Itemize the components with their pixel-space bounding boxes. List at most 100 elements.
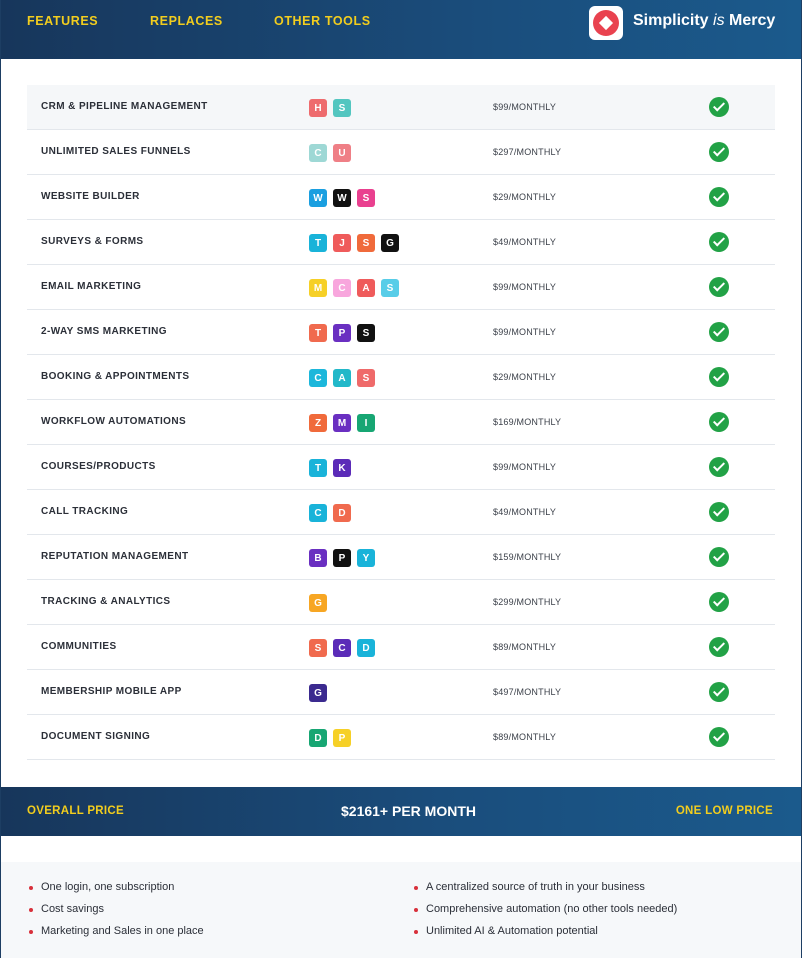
tool-chip: S bbox=[357, 369, 375, 387]
tool-price: $89/MONTHLY bbox=[493, 642, 557, 652]
replaced-tools: WWS bbox=[309, 189, 375, 207]
replaced-tools: ZMI bbox=[309, 414, 375, 432]
tool-chip: T bbox=[309, 324, 327, 342]
table-row: COURSES/PRODUCTS T K $99/MONTHLY bbox=[27, 445, 775, 490]
bullet-icon bbox=[414, 886, 418, 890]
tool-chip: P bbox=[333, 549, 351, 567]
tool-price: $99/MONTHLY bbox=[493, 327, 557, 337]
tool-chip: G bbox=[309, 684, 327, 702]
nav-replaces[interactable]: REPLACES bbox=[150, 14, 223, 28]
tool-chip: S bbox=[357, 189, 375, 207]
tool-chip: T bbox=[309, 459, 327, 477]
brand-name-part2: Mercy bbox=[729, 12, 776, 29]
nav-other-tools[interactable]: OTHER TOOLS bbox=[274, 14, 371, 28]
check-icon bbox=[709, 277, 729, 297]
feature-name: EMAIL MARKETING bbox=[41, 281, 142, 292]
replaced-tools: HS bbox=[309, 99, 351, 117]
tool-price: $29/MONTHLY bbox=[493, 192, 557, 202]
table-row: WORKFLOW AUTOMATIONS Z M I $169/MONTHLY bbox=[27, 400, 775, 445]
tool-chip: A bbox=[333, 369, 351, 387]
overall-price-label: OVERALL PRICE bbox=[27, 805, 124, 817]
table-row: TRACKING & ANALYTICS G $299/MONTHLY bbox=[27, 580, 775, 625]
check-icon bbox=[709, 322, 729, 342]
benefits-section: One login, one subscription Cost savings M… bbox=[1, 862, 801, 958]
benefit-text: Unlimited AI & Automation potential bbox=[426, 925, 598, 937]
tool-chip: G bbox=[381, 234, 399, 252]
check-icon bbox=[709, 142, 729, 162]
bullet-icon bbox=[414, 908, 418, 912]
table-row: SURVEYS & FORMS T J S G $49/MONTHLY bbox=[27, 220, 775, 265]
feature-name: COURSES/PRODUCTS bbox=[41, 461, 156, 472]
tool-price: $89/MONTHLY bbox=[493, 732, 557, 742]
tool-chip: J bbox=[333, 234, 351, 252]
benefits-left-column: One login, one subscription Cost savings M… bbox=[27, 881, 204, 947]
tool-chip: S bbox=[333, 99, 351, 117]
benefit-item: Unlimited AI & Automation potential bbox=[412, 925, 677, 947]
benefit-text: Cost savings bbox=[41, 903, 104, 915]
benefit-item: Marketing and Sales in one place bbox=[27, 925, 204, 947]
replaced-tools: TK bbox=[309, 459, 351, 477]
check-icon bbox=[709, 727, 729, 747]
tool-chip: S bbox=[357, 234, 375, 252]
replaced-tools: G bbox=[309, 684, 327, 702]
tool-price: $159/MONTHLY bbox=[493, 552, 562, 562]
brand-name: Simplicity is Mercy bbox=[633, 12, 775, 30]
tool-chip: K bbox=[333, 459, 351, 477]
check-icon bbox=[709, 637, 729, 657]
feature-name: WEBSITE BUILDER bbox=[41, 191, 140, 202]
table-row: CALL TRACKING C D $49/MONTHLY bbox=[27, 490, 775, 535]
tool-chip: D bbox=[357, 639, 375, 657]
feature-name: COMMUNITIES bbox=[41, 641, 117, 652]
benefit-item: A centralized source of truth in your bu… bbox=[412, 881, 677, 903]
check-icon bbox=[709, 592, 729, 612]
bullet-icon bbox=[29, 930, 33, 934]
overall-price-bar: OVERALL PRICE $2161+ PER MONTH ONE LOW P… bbox=[1, 787, 801, 836]
feature-name: BOOKING & APPOINTMENTS bbox=[41, 371, 190, 382]
benefit-text: Comprehensive automation (no other tools… bbox=[426, 903, 678, 915]
check-icon bbox=[709, 682, 729, 702]
overall-price-total: $2161+ PER MONTH bbox=[341, 803, 476, 819]
bullet-icon bbox=[414, 930, 418, 934]
replaced-tools: CAS bbox=[309, 369, 375, 387]
check-icon bbox=[709, 367, 729, 387]
tool-price: $99/MONTHLY bbox=[493, 102, 557, 112]
benefit-item: Comprehensive automation (no other tools… bbox=[412, 903, 677, 925]
tool-price: $497/MONTHLY bbox=[493, 687, 562, 697]
tool-chip: U bbox=[333, 144, 351, 162]
tool-chip: Z bbox=[309, 414, 327, 432]
tool-price: $299/MONTHLY bbox=[493, 597, 562, 607]
nav-features[interactable]: FEATURES bbox=[27, 14, 98, 28]
check-icon bbox=[709, 547, 729, 567]
tool-chip: C bbox=[333, 639, 351, 657]
tool-chip: M bbox=[309, 279, 327, 297]
table-row: DOCUMENT SIGNING D P $89/MONTHLY bbox=[27, 715, 775, 760]
check-icon bbox=[709, 502, 729, 522]
one-low-price-tagline: ONE LOW PRICE bbox=[675, 805, 773, 817]
tool-chip: W bbox=[333, 189, 351, 207]
table-row: COMMUNITIES S C D $89/MONTHLY bbox=[27, 625, 775, 670]
replaced-tools: CD bbox=[309, 504, 351, 522]
replaced-tools: MCAS bbox=[309, 279, 399, 297]
feature-name: CRM & PIPELINE MANAGEMENT bbox=[41, 101, 208, 112]
replaced-tools: CU bbox=[309, 144, 351, 162]
feature-name: REPUTATION MANAGEMENT bbox=[41, 551, 189, 562]
tool-chip: S bbox=[381, 279, 399, 297]
tool-price: $99/MONTHLY bbox=[493, 282, 557, 292]
brand-name-part1: Simplicity bbox=[633, 12, 709, 29]
table-row: CRM & PIPELINE MANAGEMENT H S $99/MONTHLY bbox=[27, 85, 775, 130]
brand-name-em: is bbox=[713, 12, 725, 29]
tool-chip: G bbox=[309, 594, 327, 612]
feature-name: SURVEYS & FORMS bbox=[41, 236, 144, 247]
replaced-tools: TJSG bbox=[309, 234, 399, 252]
benefits-right-column: A centralized source of truth in your bu… bbox=[412, 881, 677, 947]
tool-chip: P bbox=[333, 324, 351, 342]
table-row: MEMBERSHIP MOBILE APP G $497/MONTHLY bbox=[27, 670, 775, 715]
feature-name: DOCUMENT SIGNING bbox=[41, 731, 151, 742]
feature-name: 2-WAY SMS MARKETING bbox=[41, 326, 167, 337]
check-icon bbox=[709, 187, 729, 207]
check-icon bbox=[709, 457, 729, 477]
feature-name: TRACKING & ANALYTICS bbox=[41, 596, 171, 607]
tool-price: $49/MONTHLY bbox=[493, 237, 557, 247]
brand-logo-icon[interactable] bbox=[589, 6, 623, 40]
tool-chip: Y bbox=[357, 549, 375, 567]
